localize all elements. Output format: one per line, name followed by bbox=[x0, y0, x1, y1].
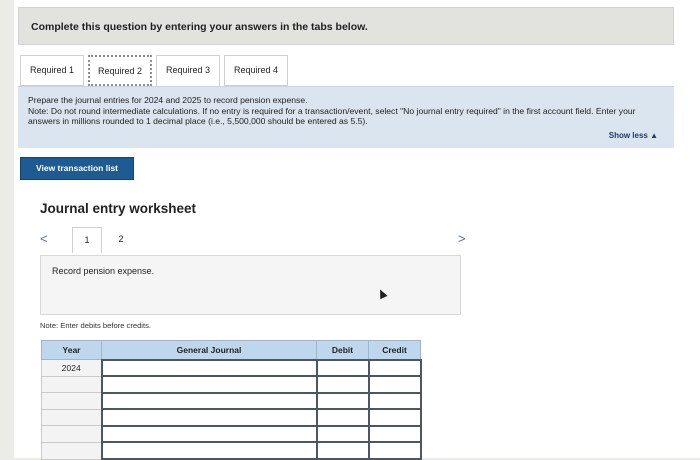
instructions-text: Prepare the journal entries for 2024 and… bbox=[28, 95, 308, 105]
worksheet-title: Journal entry worksheet bbox=[40, 201, 197, 216]
credit-input[interactable] bbox=[367, 441, 422, 460]
page-2-tab[interactable]: 2 bbox=[106, 227, 136, 253]
tab-required-1[interactable]: Required 1 bbox=[20, 55, 84, 86]
debits-note: Note: Enter debits before credits. bbox=[40, 321, 152, 330]
credit-header: Credit bbox=[368, 340, 421, 360]
account-select[interactable] bbox=[100, 358, 318, 378]
general-journal-header: General Journal bbox=[101, 340, 317, 360]
credit-input[interactable] bbox=[367, 424, 422, 444]
year-cell bbox=[41, 375, 102, 394]
table-row bbox=[41, 391, 422, 411]
instructions-note: Note: Do not round intermediate calculat… bbox=[28, 105, 636, 127]
view-transaction-list-button[interactable]: View transaction list bbox=[20, 157, 134, 180]
debit-header: Debit bbox=[316, 340, 369, 360]
account-select[interactable] bbox=[100, 424, 318, 444]
account-select[interactable] bbox=[100, 375, 318, 394]
table-row: 2024 bbox=[41, 358, 422, 378]
table-row bbox=[41, 375, 422, 394]
table-row bbox=[41, 441, 422, 460]
page-1-tab[interactable]: 1 bbox=[72, 227, 102, 253]
account-select[interactable] bbox=[100, 391, 318, 411]
year-header: Year bbox=[41, 340, 102, 360]
debit-input[interactable] bbox=[315, 358, 370, 378]
year-cell bbox=[41, 408, 102, 427]
debit-input[interactable] bbox=[315, 424, 370, 444]
account-select[interactable] bbox=[100, 441, 318, 460]
debit-input[interactable] bbox=[315, 441, 370, 460]
next-page-icon[interactable]: > bbox=[458, 231, 466, 246]
journal-table: Year General Journal Debit Credit 2024 bbox=[41, 340, 422, 460]
credit-input[interactable] bbox=[367, 391, 422, 411]
entry-description: Record pension expense. bbox=[52, 266, 155, 276]
question-banner: Complete this question by entering your … bbox=[18, 7, 674, 45]
instructions-panel: Prepare the journal entries for 2024 and… bbox=[18, 86, 674, 148]
year-cell bbox=[41, 441, 102, 460]
debit-input[interactable] bbox=[315, 391, 370, 411]
prev-page-icon[interactable]: < bbox=[40, 231, 48, 246]
year-cell: 2024 bbox=[41, 359, 102, 377]
show-less-link[interactable]: Show less ▲ bbox=[609, 131, 658, 142]
credit-input[interactable] bbox=[367, 375, 422, 394]
tab-required-4[interactable]: Required 4 bbox=[224, 55, 288, 86]
credit-input[interactable] bbox=[367, 358, 422, 378]
tab-required-3[interactable]: Required 3 bbox=[156, 55, 220, 87]
entry-description-box: Record pension expense. bbox=[40, 255, 461, 315]
account-select[interactable] bbox=[100, 408, 318, 427]
table-row bbox=[41, 408, 422, 427]
year-cell bbox=[41, 392, 102, 410]
year-cell bbox=[41, 425, 102, 443]
debit-input[interactable] bbox=[315, 408, 370, 427]
tab-required-2[interactable]: Required 2 bbox=[88, 55, 152, 86]
debit-input[interactable] bbox=[315, 375, 370, 394]
table-row bbox=[41, 424, 422, 444]
credit-input[interactable] bbox=[367, 408, 422, 427]
